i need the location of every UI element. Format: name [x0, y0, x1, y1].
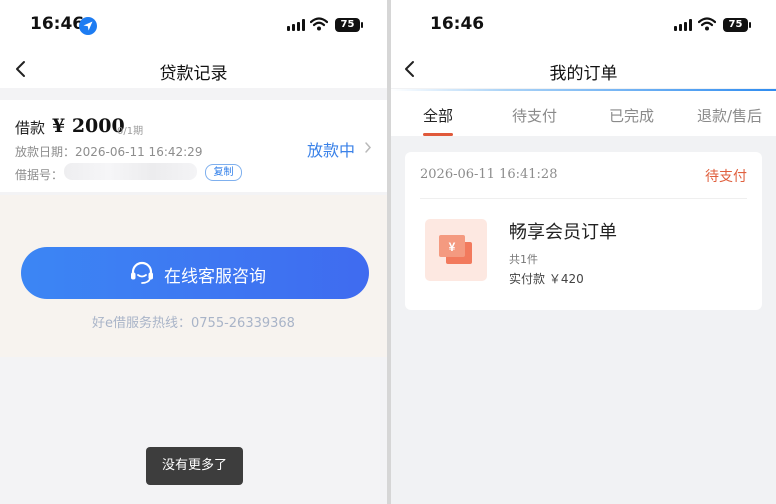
signal-icon: [287, 19, 305, 31]
voucher-icon: ¥: [439, 235, 472, 264]
tab-refund[interactable]: 退款/售后: [697, 105, 762, 126]
loan-number-label: 借据号：: [15, 168, 64, 182]
page-title: 我的订单: [549, 64, 618, 84]
loan-records-screen: 16:46 75 贷款记录 借款 ¥ 2000 0/1期 放款日期：2026-0…: [0, 0, 387, 504]
online-customer-service-button[interactable]: 在线客服咨询: [21, 247, 369, 299]
wifi-icon: [698, 17, 716, 31]
order-thumbnail: ¥: [425, 219, 487, 281]
loan-status: 放款中: [306, 141, 355, 160]
tab-pending-payment[interactable]: 待支付: [512, 105, 557, 126]
chevron-right-icon: [365, 142, 372, 153]
loan-period: 0/1期: [117, 126, 144, 137]
nav-bar: 我的订单: [391, 50, 776, 88]
status-time: 16:46: [30, 14, 85, 34]
active-tab-indicator: [423, 133, 453, 136]
order-tabs: 全部 待支付 已完成 退款/售后: [391, 91, 776, 136]
battery-icon: 75: [335, 18, 363, 32]
my-orders-screen: 16:46 75 我的订单 全部 待支付 已完成 退款/售后 2026-06-1…: [391, 0, 776, 504]
svg-text:¥: ¥: [449, 240, 456, 254]
order-card[interactable]: 2026-06-11 16:41:28 待支付 ¥ 畅享会员订单 共1件 实付款…: [405, 152, 762, 310]
online-customer-service-label: 在线客服咨询: [164, 267, 266, 287]
order-paid-amount: 实付款 ￥420: [509, 272, 584, 286]
loan-number-redacted: [64, 163, 197, 180]
order-date: 2026-06-11 16:41:28: [420, 167, 558, 182]
order-name: 畅享会员订单: [509, 222, 617, 243]
toast-message: 没有更多了: [146, 447, 243, 485]
loan-label: 借款: [15, 119, 46, 137]
page-title: 贷款记录: [159, 64, 228, 84]
tab-completed[interactable]: 已完成: [609, 105, 654, 126]
battery-icon: 75: [723, 18, 751, 32]
nav-bar: 贷款记录: [0, 50, 387, 88]
loan-amount: ¥ 2000: [52, 115, 125, 137]
copy-button[interactable]: 复制: [205, 164, 242, 181]
loan-card[interactable]: 借款 ¥ 2000 0/1期 放款日期：2026-06-11 16:42:29 …: [0, 100, 387, 192]
service-hotline[interactable]: 好e借服务热线：0755-26339368: [0, 312, 387, 331]
status-bar: 16:46 75: [391, 0, 776, 50]
location-arrow-icon: [79, 17, 97, 35]
status-bar: 16:46 75: [0, 0, 387, 50]
wifi-icon: [310, 17, 328, 31]
signal-icon: [674, 19, 692, 31]
order-item-count: 共1件: [509, 253, 538, 266]
loan-date: 放款日期：2026-06-11 16:42:29: [15, 145, 203, 159]
headset-icon: [131, 261, 153, 284]
order-status: 待支付: [705, 169, 747, 185]
status-time: 16:46: [430, 14, 485, 34]
tab-all[interactable]: 全部: [423, 105, 453, 126]
divider: [420, 198, 747, 199]
